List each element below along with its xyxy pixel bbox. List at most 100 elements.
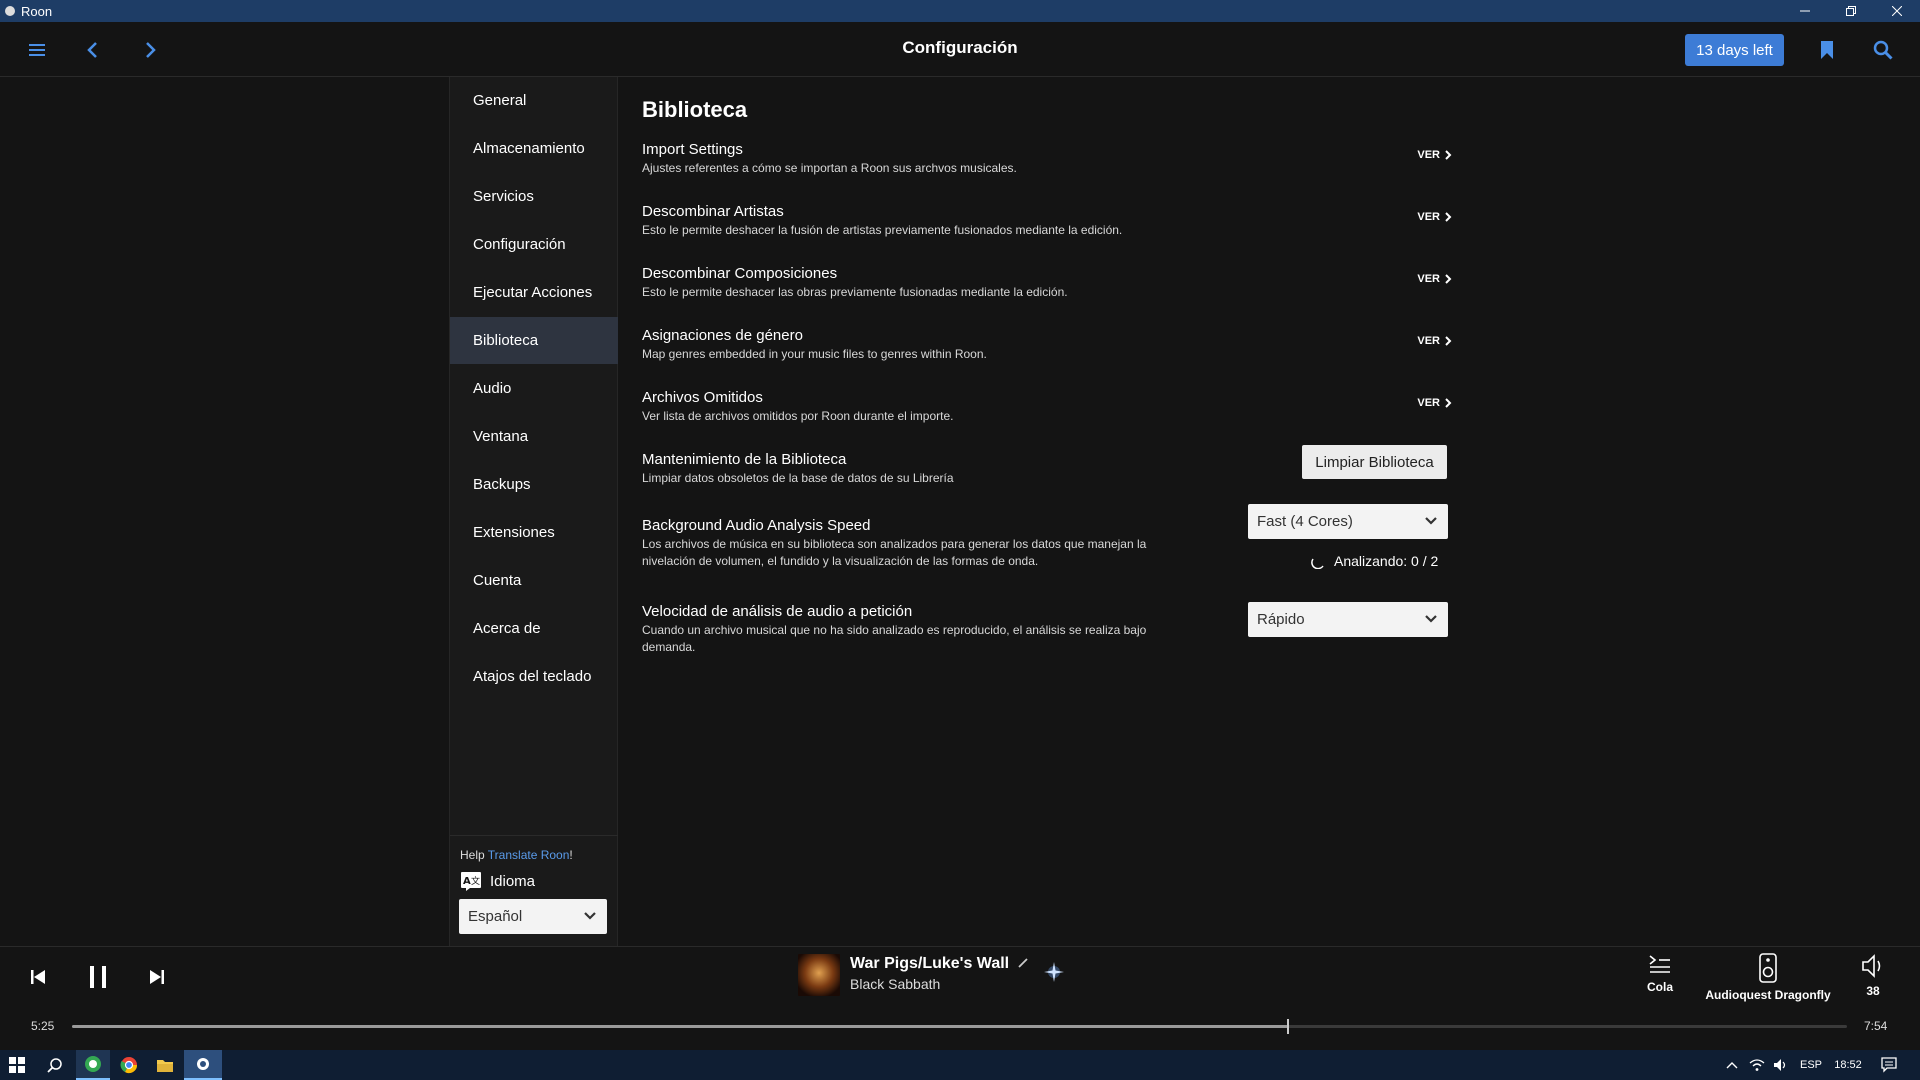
- network-tray-icon[interactable]: [1746, 1050, 1768, 1080]
- select-value: Fast (4 Cores): [1257, 513, 1353, 530]
- view-archivos-omitidos-link[interactable]: VER: [1417, 397, 1452, 409]
- language-value: Español: [468, 908, 523, 925]
- sidebar-item-servicios[interactable]: Servicios: [450, 173, 618, 220]
- view-import-settings-link[interactable]: VER: [1417, 149, 1452, 161]
- action-center-button[interactable]: [1872, 1050, 1906, 1080]
- sidebar-item-configuracion[interactable]: Configuración: [450, 221, 618, 268]
- view-label: VER: [1417, 149, 1440, 161]
- taskbar-app-green[interactable]: [76, 1050, 110, 1080]
- search-icon: [1873, 40, 1893, 60]
- svg-text:A: A: [463, 876, 471, 887]
- sidebar-item-biblioteca[interactable]: Biblioteca: [450, 317, 618, 364]
- setting-row-mantenimiento: Mantenimiento de la Biblioteca Limpiar d…: [642, 445, 1452, 487]
- zone-button[interactable]: Audioquest Dragonfly: [1700, 953, 1836, 1002]
- close-icon: [1892, 6, 1902, 16]
- language-label: Idioma: [490, 872, 536, 890]
- forward-button[interactable]: [137, 36, 165, 64]
- sidebar-item-ejecutar-acciones[interactable]: Ejecutar Acciones: [450, 269, 618, 316]
- album-art[interactable]: [798, 954, 840, 996]
- sidebar-item-cuenta[interactable]: Cuenta: [450, 557, 618, 604]
- back-icon: [87, 42, 97, 58]
- translate-icon: A文: [461, 872, 481, 891]
- volume-tray-icon[interactable]: [1770, 1050, 1792, 1080]
- sidebar-item-audio[interactable]: Audio: [450, 365, 618, 412]
- sidebar-item-general[interactable]: General: [450, 77, 618, 124]
- taskbar-roon[interactable]: [184, 1050, 222, 1080]
- back-button[interactable]: [78, 36, 106, 64]
- settings-sidebar: General Almacenamiento Servicios Configu…: [449, 77, 618, 946]
- roon-app-icon: [5, 6, 15, 16]
- clean-library-button[interactable]: Limpiar Biblioteca: [1302, 445, 1447, 479]
- view-label: VER: [1417, 397, 1440, 409]
- restore-button[interactable]: [1828, 0, 1874, 22]
- translate-roon-link[interactable]: Translate Roon: [488, 848, 570, 862]
- taskbar-chrome[interactable]: [112, 1050, 146, 1080]
- forward-icon: [146, 42, 156, 58]
- minimize-icon: [1800, 10, 1810, 12]
- seek-bar[interactable]: [72, 1019, 1847, 1034]
- language-select[interactable]: Español: [459, 899, 607, 934]
- select-value: Rápido: [1257, 611, 1305, 628]
- view-descombinar-composiciones-link[interactable]: VER: [1417, 273, 1452, 285]
- setting-row-background-analysis: Background Audio Analysis Speed Los arch…: [642, 504, 1452, 570]
- track-artist[interactable]: Black Sabbath: [850, 976, 940, 992]
- app-topbar: Configuración 13 days left: [0, 22, 1920, 77]
- background-analysis-speed-select[interactable]: Fast (4 Cores): [1248, 504, 1448, 539]
- sidebar-item-extensiones[interactable]: Extensiones: [450, 509, 618, 556]
- edit-icon: [1017, 958, 1028, 968]
- queue-button[interactable]: Cola: [1640, 953, 1680, 994]
- sidebar-item-atajos-del-teclado[interactable]: Atajos del teclado: [450, 653, 618, 700]
- close-button[interactable]: [1874, 0, 1920, 22]
- analysis-status-text: Analizando: 0 / 2: [1334, 553, 1439, 569]
- description-line: demanda.: [642, 640, 696, 654]
- setting-title: Import Settings: [642, 141, 743, 158]
- view-label: VER: [1417, 273, 1440, 285]
- skip-previous-icon: [31, 970, 45, 984]
- next-track-button[interactable]: [145, 965, 169, 989]
- pause-button[interactable]: [84, 963, 112, 991]
- view-descombinar-artistas-link[interactable]: VER: [1417, 211, 1452, 223]
- analysis-status: Analizando: 0 / 2: [1310, 553, 1438, 569]
- roon-icon: [197, 1058, 209, 1070]
- volume-button[interactable]: 38: [1858, 953, 1888, 998]
- minimize-button[interactable]: [1782, 0, 1828, 22]
- view-label: VER: [1417, 211, 1440, 223]
- chevron-right-icon: [1445, 398, 1452, 408]
- sidebar-item-almacenamiento[interactable]: Almacenamiento: [450, 125, 618, 172]
- section-title: Biblioteca: [642, 97, 748, 122]
- view-label: VER: [1417, 335, 1440, 347]
- input-language-indicator[interactable]: ESP: [1796, 1050, 1826, 1080]
- taskbar-search-button[interactable]: [38, 1050, 72, 1080]
- sidebar-item-acerca-de[interactable]: Acerca de: [450, 605, 618, 652]
- search-button[interactable]: [1870, 37, 1896, 63]
- view-asignaciones-de-genero-link[interactable]: VER: [1417, 335, 1452, 347]
- track-title-text: War Pigs/Luke's Wall: [850, 955, 1010, 972]
- taskbar-file-explorer[interactable]: [148, 1050, 182, 1080]
- setting-description: Ver lista de archivos omitidos por Roon …: [642, 409, 954, 423]
- bookmarks-button[interactable]: [1815, 37, 1839, 63]
- menu-button[interactable]: [23, 36, 51, 64]
- spinner-icon: [1311, 558, 1324, 569]
- chevron-down-icon: [1425, 517, 1437, 525]
- setting-row-descombinar-artistas: Descombinar Artistas Esto le permite des…: [642, 203, 1452, 239]
- ondemand-analysis-speed-select[interactable]: Rápido: [1248, 602, 1448, 637]
- signal-path-icon[interactable]: [1042, 960, 1066, 984]
- start-button[interactable]: [0, 1050, 34, 1080]
- previous-track-button[interactable]: [26, 965, 50, 989]
- show-hidden-icons-button[interactable]: [1722, 1050, 1742, 1080]
- setting-description: Ajustes referentes a cómo se importan a …: [642, 161, 1017, 175]
- windows-logo-icon: [9, 1057, 25, 1073]
- track-title[interactable]: War Pigs/Luke's Wall: [850, 955, 1028, 973]
- speaker-device-icon: [1759, 953, 1777, 983]
- sidebar-item-ventana[interactable]: Ventana: [450, 413, 618, 460]
- setting-row-ondemand-analysis: Velocidad de análisis de audio a petició…: [642, 602, 1452, 656]
- restore-icon: [1846, 6, 1856, 16]
- trial-days-button[interactable]: 13 days left: [1685, 34, 1784, 66]
- setting-title: Archivos Omitidos: [642, 389, 763, 406]
- chevron-right-icon: [1445, 150, 1452, 160]
- sidebar-item-backups[interactable]: Backups: [450, 461, 618, 508]
- seek-bar-thumb[interactable]: [1286, 1019, 1289, 1034]
- clock[interactable]: 18:52: [1828, 1050, 1868, 1080]
- folder-icon: [157, 1060, 173, 1072]
- window-titlebar: Roon: [0, 0, 1920, 22]
